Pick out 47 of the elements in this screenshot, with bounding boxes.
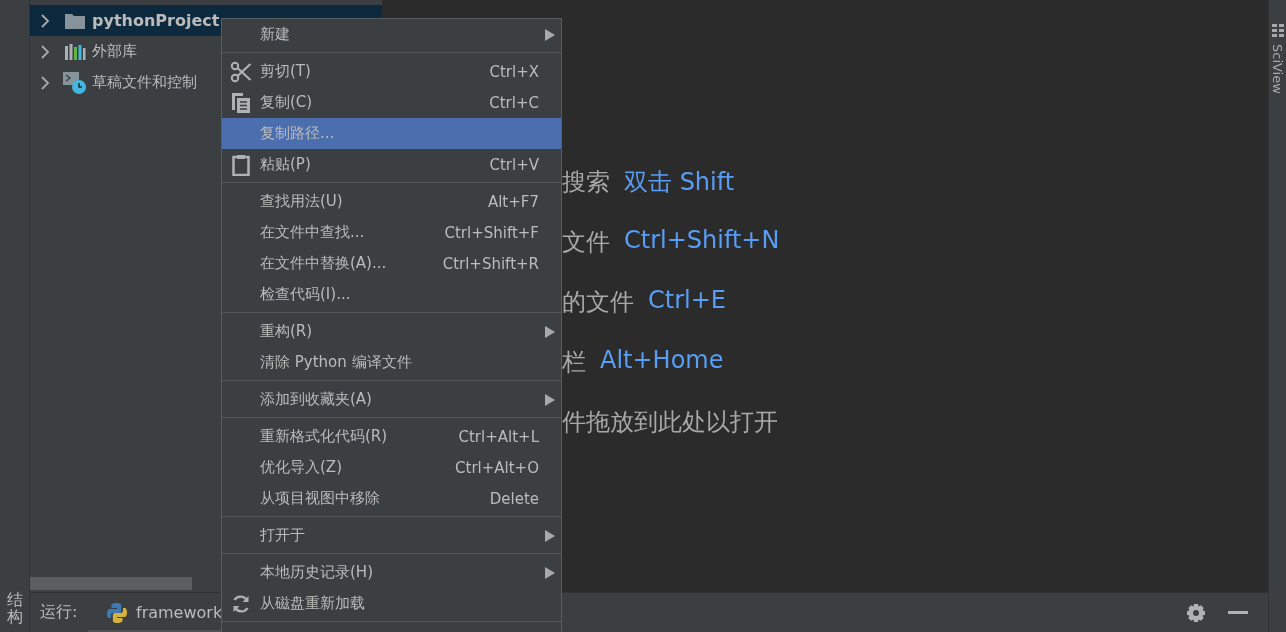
submenu-arrow-icon (545, 529, 555, 542)
submenu-arrow-icon (545, 566, 555, 579)
folder-icon (64, 11, 86, 30)
menu-item[interactable]: 复制(C) Ctrl+C (222, 87, 561, 118)
chevron-icon[interactable] (40, 75, 50, 90)
structure-tab[interactable]: 结构 (6, 590, 23, 626)
copy-icon (231, 91, 251, 114)
settings-icon[interactable] (1186, 602, 1206, 623)
scissors-icon (230, 60, 252, 83)
minimize-icon[interactable] (1228, 610, 1248, 615)
sciview-tab[interactable]: SciView (1270, 44, 1285, 94)
hint-shortcut: Ctrl+Shift+N (624, 226, 780, 254)
chevron-icon[interactable] (40, 44, 50, 59)
menu-item[interactable]: 重新格式化代码(R) Ctrl+Alt+L (222, 421, 561, 452)
menu-item[interactable]: 添加到收藏夹(A) (222, 384, 561, 415)
menu-item[interactable]: 粘贴(P) Ctrl+V (222, 149, 561, 180)
hint-text: 文件 (562, 227, 610, 258)
hint-shortcut: Ctrl+E (648, 286, 726, 314)
menu-item[interactable]: 打开于 (222, 520, 561, 551)
hint-text: 的文件 (562, 287, 634, 318)
library-icon (64, 42, 86, 61)
submenu-arrow-icon (545, 325, 555, 338)
submenu-arrow-icon (545, 393, 555, 406)
hint-shortcut: 双击 Shift (624, 167, 735, 198)
chevron-icon[interactable] (40, 13, 50, 28)
menu-item[interactable]: 在文件中查找... Ctrl+Shift+F (222, 217, 561, 248)
menu-item[interactable]: 查找用法(U) Alt+F7 (222, 186, 561, 217)
scrollbar[interactable] (30, 577, 192, 590)
hint-shortcut: Alt+Home (600, 346, 724, 374)
menu-item[interactable]: 清除 Python 编译文件 (222, 347, 561, 378)
menu-item[interactable]: 优化导入(Z) Ctrl+Alt+O (222, 452, 561, 483)
submenu-arrow-icon (545, 28, 555, 41)
clipboard-icon (232, 153, 250, 176)
menu-item[interactable]: 在文件中替换(A)... Ctrl+Shift+R (222, 248, 561, 279)
menu-item[interactable]: 本地历史记录(H) (222, 557, 561, 588)
menu-item[interactable]: 重构(R) (222, 316, 561, 347)
run-label: 运行: (40, 602, 79, 623)
reload-icon (231, 593, 251, 614)
menu-item[interactable]: 检查代码(I)... (222, 279, 561, 310)
scratch-console-icon (62, 70, 88, 95)
grid-icon[interactable] (1271, 24, 1284, 38)
hint-text: 栏 (562, 347, 586, 378)
hint-text: 件拖放到此处以打开 (562, 407, 778, 438)
menu-item[interactable]: 从项目视图中移除 Delete (222, 483, 561, 514)
python-icon (106, 601, 128, 624)
hint-text: 搜索 (562, 167, 610, 198)
menu-item[interactable]: 剪切(T) Ctrl+X (222, 56, 561, 87)
